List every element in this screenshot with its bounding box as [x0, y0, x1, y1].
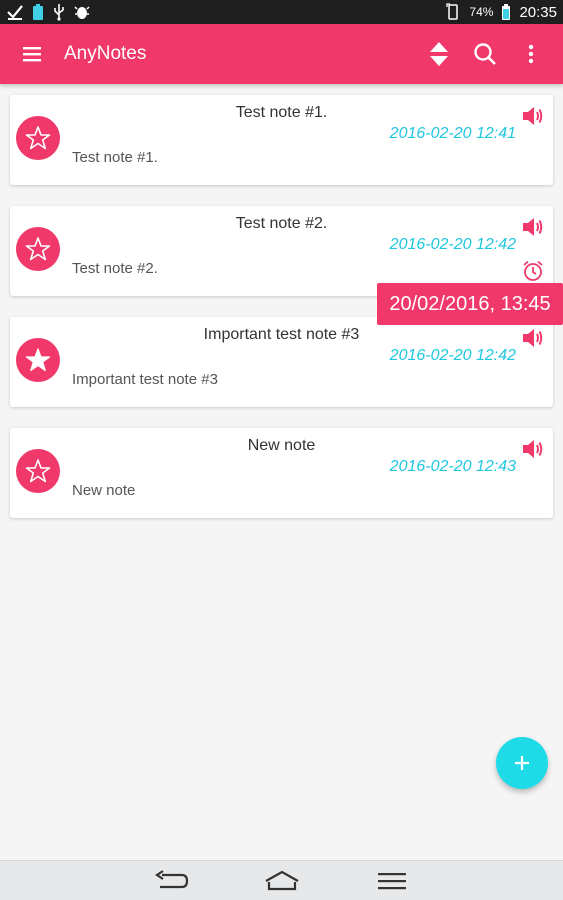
back-icon: [154, 869, 188, 888]
note-card[interactable]: New note 2016-02-20 12:43 New note: [10, 428, 553, 518]
status-right: 74% 20:35: [445, 3, 557, 21]
speaker-icon[interactable]: [521, 105, 545, 127]
star-outline-icon: [25, 237, 51, 261]
star-outline-icon: [25, 459, 51, 483]
alarm-clock-icon[interactable]: [522, 260, 544, 282]
speaker-icon[interactable]: [521, 216, 545, 238]
battery-saver-icon: [32, 3, 44, 21]
more-vert-icon: [528, 44, 534, 64]
note-title: Test note #1.: [235, 104, 328, 121]
menu-button[interactable]: [16, 38, 48, 70]
usb-icon: [52, 3, 66, 21]
note-body: Test note #2.: [72, 260, 158, 277]
star-outline-icon: [25, 126, 51, 150]
app-title: AnyNotes: [64, 43, 147, 64]
sort-button[interactable]: [423, 38, 455, 70]
home-icon: [264, 870, 299, 890]
note-card[interactable]: Test note #1. 2016-02-20 12:41 Test note…: [10, 95, 553, 185]
home-button[interactable]: [262, 866, 302, 896]
battery-percent: 74%: [469, 5, 494, 19]
recents-menu-button[interactable]: [372, 866, 412, 896]
note-body: New note: [72, 482, 136, 499]
plus-icon: [515, 756, 529, 770]
overflow-menu-button[interactable]: [515, 38, 547, 70]
status-left: [6, 3, 90, 21]
favorite-toggle[interactable]: [16, 116, 60, 160]
speaker-icon[interactable]: [521, 327, 545, 349]
app-bar-actions: [423, 38, 547, 70]
note-body: Test note #1.: [72, 149, 158, 166]
note-title: Important test note #3: [203, 326, 360, 343]
note-title: Test note #2.: [235, 215, 328, 232]
app-bar: AnyNotes: [0, 24, 563, 84]
battery-icon: [501, 3, 511, 21]
bug-icon: [74, 3, 90, 21]
reminder-tooltip: 20/02/2016, 13:45: [377, 283, 563, 325]
add-note-button[interactable]: [496, 737, 548, 789]
download-done-icon: [6, 3, 24, 21]
favorite-toggle[interactable]: [16, 338, 60, 382]
status-time: 20:35: [519, 3, 557, 21]
sort-icon: [430, 42, 448, 66]
hamburger-menu-icon: [23, 47, 41, 62]
menu-lines-icon: [377, 872, 406, 889]
note-date: 2016-02-20 12:42: [389, 347, 516, 364]
status-bar: 74% 20:35: [0, 0, 563, 24]
note-title: New note: [247, 437, 316, 454]
favorite-toggle[interactable]: [16, 449, 60, 493]
note-body: Important test note #3: [72, 371, 218, 388]
note-date: 2016-02-20 12:41: [389, 125, 516, 142]
speaker-icon[interactable]: [521, 438, 545, 460]
favorite-toggle[interactable]: [16, 227, 60, 271]
search-icon: [474, 43, 496, 65]
phone-rotate-icon: [445, 3, 461, 21]
back-button[interactable]: [152, 866, 192, 896]
note-date: 2016-02-20 12:42: [389, 236, 516, 253]
note-date: 2016-02-20 12:43: [389, 458, 516, 475]
note-card[interactable]: Important test note #3 2016-02-20 12:42 …: [10, 317, 553, 407]
star-filled-icon: [25, 348, 51, 372]
search-button[interactable]: [469, 38, 501, 70]
system-nav-bar: [0, 860, 563, 900]
